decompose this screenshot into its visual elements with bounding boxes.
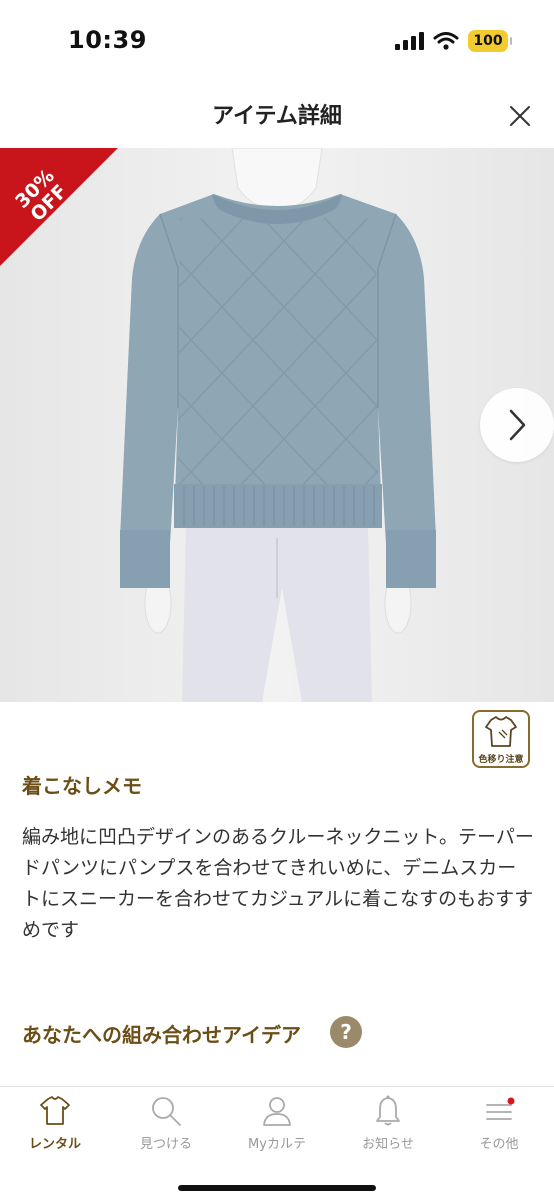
- tshirt-caution-icon: [485, 716, 517, 747]
- menu-icon: [486, 1097, 515, 1120]
- search-icon: [152, 1097, 181, 1126]
- tab-label-rental: レンタル: [28, 1137, 81, 1152]
- memo-title: 着こなしメモ: [22, 774, 142, 798]
- caution-label: 色移り注意: [478, 755, 524, 765]
- help-icon[interactable]: ?: [330, 1016, 362, 1048]
- status-bar: 10:39 100: [0, 0, 554, 84]
- tab-label-find: 見つける: [139, 1137, 192, 1152]
- next-image-button[interactable]: [480, 388, 554, 462]
- home-indicator: [178, 1185, 376, 1191]
- tab-label-notifications: お知らせ: [362, 1137, 414, 1152]
- tab-bar: レンタル 見つける Myカルテ お知らせ その他: [0, 1086, 554, 1201]
- tab-label-other: その他: [479, 1137, 519, 1152]
- discount-badge: 30% OFF: [0, 148, 120, 268]
- wifi-icon: [433, 32, 459, 50]
- ideas-title: あなたへの組み合わせアイデア: [22, 1023, 301, 1047]
- status-indicators: 100: [394, 30, 512, 52]
- tab-other[interactable]: その他: [444, 1095, 554, 1161]
- color-transfer-caution-badge: 色移り注意: [472, 710, 530, 768]
- tab-my-karte[interactable]: Myカルテ: [222, 1095, 332, 1161]
- nav-header: アイテム詳細: [0, 84, 554, 148]
- page-title: アイテム詳細: [212, 104, 342, 129]
- person-icon: [263, 1097, 291, 1126]
- shirt-icon: [40, 1096, 70, 1125]
- close-icon[interactable]: [506, 102, 534, 130]
- bell-icon: [376, 1095, 400, 1126]
- signal-icon: [395, 32, 424, 50]
- notification-dot: [507, 1097, 515, 1105]
- memo-text: 編み地に凹凸デザインのあるクルーネックニット。テーパードパンツにパンプスを合わせ…: [22, 826, 534, 941]
- tab-label-my-karte: Myカルテ: [248, 1137, 306, 1152]
- chevron-right-icon: [509, 409, 526, 441]
- tab-find[interactable]: 見つける: [111, 1095, 221, 1161]
- status-time: 10:39: [68, 26, 147, 54]
- battery-icon: 100: [468, 30, 512, 52]
- tab-notifications[interactable]: お知らせ: [333, 1095, 443, 1161]
- tab-rental[interactable]: レンタル: [0, 1095, 110, 1161]
